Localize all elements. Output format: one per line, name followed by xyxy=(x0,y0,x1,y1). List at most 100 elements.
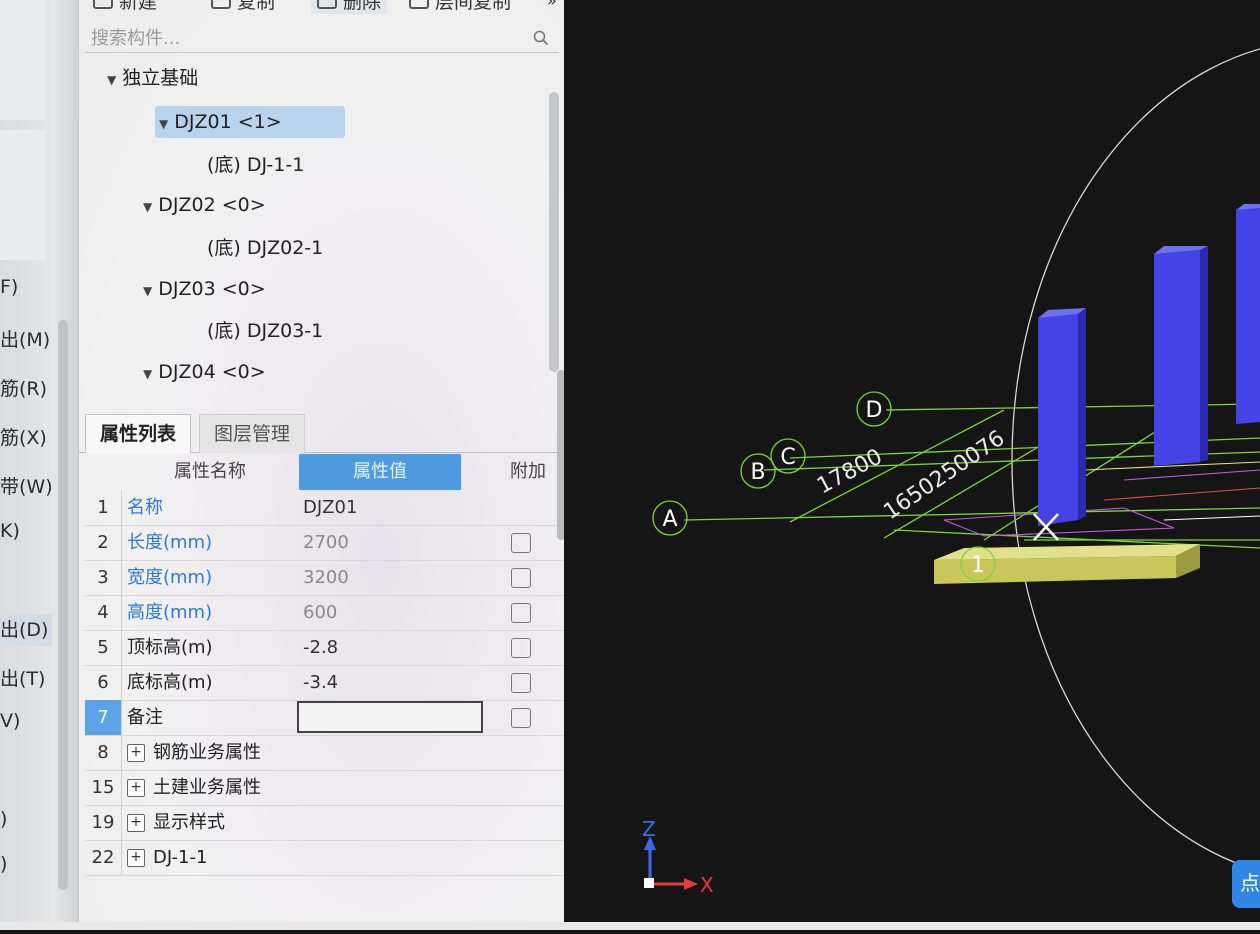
row-number: 15 xyxy=(85,770,122,805)
screen-bezel xyxy=(0,922,1260,930)
table-row[interactable]: 1 名称 DJZ01 xyxy=(85,490,565,526)
menu-item[interactable]: 筋(R) xyxy=(0,374,47,401)
menu-item-active[interactable]: 出(D) xyxy=(0,614,52,646)
axis-label: 1 xyxy=(971,553,985,578)
table-row[interactable]: 6 底标高(m) -3.4 xyxy=(85,665,565,701)
property-value[interactable]: 2700 xyxy=(303,525,349,560)
chevron-down-icon[interactable]: ▼ xyxy=(143,191,152,223)
menu-item[interactable]: ) xyxy=(0,853,7,875)
property-group-label: 土建业务属性 xyxy=(153,777,261,798)
expand-icon[interactable]: + xyxy=(127,849,145,867)
menu-block xyxy=(0,130,46,260)
chevron-down-icon[interactable]: ▼ xyxy=(159,108,168,140)
table-row[interactable]: 3 宽度(mm) 3200 xyxy=(85,560,565,596)
property-value[interactable]: 3200 xyxy=(303,560,349,595)
column-3d[interactable] xyxy=(1038,308,1086,526)
tree-item-label: (底) DJZ02-1 xyxy=(207,237,324,259)
copy-icon xyxy=(211,0,231,9)
expand-icon[interactable]: + xyxy=(127,744,145,762)
left-menu-strip: F) 出(M) 筋(R) 筋(X) 带(W) K) 出(D) 出(T) V) )… xyxy=(0,0,78,930)
chevron-down-icon[interactable]: ▼ xyxy=(143,275,152,307)
axis-bubble-d[interactable]: D xyxy=(856,391,892,427)
menu-item[interactable]: 筋(X) xyxy=(0,423,47,450)
tree-item[interactable]: (底) DJ-1-1 xyxy=(207,149,304,181)
extra-checkbox[interactable] xyxy=(511,603,531,623)
table-row-group[interactable]: 22 + DJ-1-1 xyxy=(85,840,565,876)
column-3d[interactable] xyxy=(1154,246,1208,466)
tree-category[interactable]: ▼ 独立基础 xyxy=(107,62,198,94)
3d-viewport[interactable]: A B C D 17800 1650250076 1 Z X 点 xyxy=(564,0,1260,930)
toolbar: 新建 复制 删除 层间复制 » xyxy=(79,0,565,16)
row-number: 3 xyxy=(85,560,122,595)
table-row[interactable]: 2 长度(mm) 2700 xyxy=(85,525,565,561)
search-box xyxy=(85,22,559,53)
expand-icon[interactable]: + xyxy=(127,779,145,797)
tree-item[interactable]: ▼ DJZ03 <0> xyxy=(143,273,266,305)
tree-item-label: (底) DJZ03-1 xyxy=(207,320,324,342)
copy-button[interactable]: 复制 xyxy=(211,0,275,14)
delete-button[interactable]: 删除 xyxy=(311,0,388,14)
menu-item[interactable]: F) xyxy=(0,276,18,298)
property-name: 宽度(mm) xyxy=(127,567,213,588)
new-label: 新建 xyxy=(119,0,158,13)
axis-z-label: Z xyxy=(642,817,656,841)
table-row-group[interactable]: 15 + 土建业务属性 xyxy=(85,770,565,806)
tree-scrollbar[interactable] xyxy=(549,92,559,372)
chevron-down-icon[interactable]: ▼ xyxy=(107,64,116,96)
property-value[interactable]: 600 xyxy=(303,595,337,630)
extra-checkbox[interactable] xyxy=(511,568,531,588)
corner-button-label: 点 xyxy=(1240,871,1260,895)
table-row[interactable]: 4 高度(mm) 600 xyxy=(85,595,565,631)
property-value[interactable]: -3.4 xyxy=(303,665,338,700)
property-value[interactable]: DJZ01 xyxy=(303,490,357,525)
menu-item[interactable]: 出(M) xyxy=(0,325,50,352)
table-row-selected[interactable]: 7 备注 xyxy=(85,700,565,736)
extra-checkbox[interactable] xyxy=(511,673,531,693)
menu-item[interactable]: 出(T) xyxy=(0,664,45,691)
tree-item-label: (底) DJ-1-1 xyxy=(207,154,305,176)
axis-bubble-b[interactable]: B xyxy=(740,453,776,489)
tree-item-selected[interactable]: ▼ DJZ01 <1> xyxy=(155,106,345,138)
column-3d[interactable] xyxy=(1236,204,1260,424)
new-icon xyxy=(93,0,113,9)
search-icon[interactable] xyxy=(533,30,549,46)
component-panel: 新建 复制 删除 层间复制 » ▼独立基础 ▼DJZ01 <1> (底 xyxy=(78,0,565,930)
left-scrollbar[interactable] xyxy=(58,320,68,890)
expand-icon[interactable]: + xyxy=(127,814,145,832)
tab-layer-management[interactable]: 图层管理 xyxy=(199,414,306,453)
menu-item[interactable]: ) xyxy=(0,808,7,830)
table-row-group[interactable]: 19 + 显示样式 xyxy=(85,805,565,841)
menu-item[interactable]: V) xyxy=(0,710,20,732)
axis-bubble-c[interactable]: C xyxy=(770,438,806,474)
property-group: + DJ-1-1 xyxy=(127,840,207,875)
search-input[interactable] xyxy=(89,24,523,52)
floor-copy-button[interactable]: 层间复制 xyxy=(409,0,511,14)
copy-label: 复制 xyxy=(237,0,276,13)
table-row-group[interactable]: 8 + 钢筋业务属性 xyxy=(85,735,565,771)
axis-bubble-a[interactable]: A xyxy=(652,500,688,536)
extra-checkbox[interactable] xyxy=(511,638,531,658)
table-row[interactable]: 5 顶标高(m) -2.8 xyxy=(85,630,565,666)
axis-gizmo-icon xyxy=(644,836,698,890)
more-button[interactable]: » xyxy=(547,0,557,14)
remark-input[interactable] xyxy=(297,701,483,733)
corner-action-button[interactable]: 点 xyxy=(1232,860,1260,908)
property-value[interactable]: -2.8 xyxy=(303,630,338,665)
tab-property-list[interactable]: 属性列表 xyxy=(85,414,192,453)
menu-item[interactable]: K) xyxy=(0,520,20,542)
new-button[interactable]: 新建 xyxy=(93,0,157,14)
column-header-name: 属性名称 xyxy=(174,461,246,482)
row-number: 7 xyxy=(85,700,122,735)
tree-item[interactable]: (底) DJZ02-1 xyxy=(207,232,323,264)
menu-item[interactable]: 带(W) xyxy=(0,472,53,499)
floor-copy-label: 层间复制 xyxy=(435,0,512,13)
column-header-extra: 附加 xyxy=(510,461,546,482)
tree-item[interactable]: ▼ DJZ02 <0> xyxy=(143,189,266,221)
chevron-down-icon[interactable]: ▼ xyxy=(143,358,152,390)
row-number: 1 xyxy=(85,490,122,525)
model-canvas[interactable]: A B C D 17800 1650250076 1 Z X 点 xyxy=(564,0,1260,930)
extra-checkbox[interactable] xyxy=(511,533,531,553)
extra-checkbox[interactable] xyxy=(511,708,531,728)
tree-item[interactable]: (底) DJZ03-1 xyxy=(207,315,323,347)
tree-item[interactable]: ▼ DJZ04 <0> xyxy=(143,356,266,388)
